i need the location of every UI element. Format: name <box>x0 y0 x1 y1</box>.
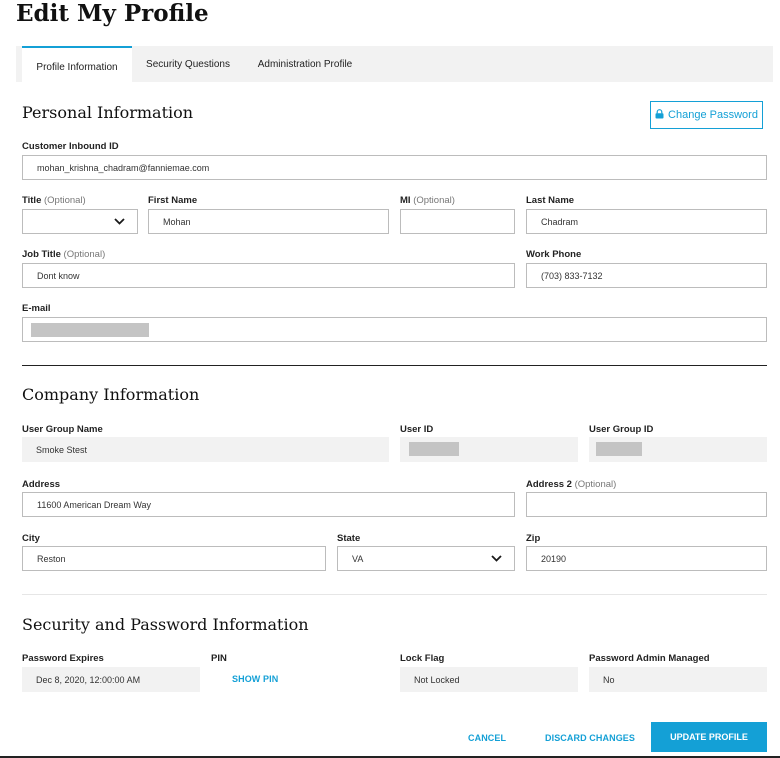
user-group-name-value: Smoke Stest <box>22 437 389 462</box>
zip-field[interactable]: 20190 <box>526 546 767 571</box>
address2-field[interactable] <box>526 492 767 517</box>
chevron-down-icon <box>488 551 504 567</box>
pin-label: PIN <box>211 653 227 664</box>
password-expires-label: Password Expires <box>22 653 104 664</box>
email-field[interactable] <box>22 317 767 342</box>
last-name-field[interactable]: Chadram <box>526 209 767 234</box>
mi-field[interactable] <box>400 209 515 234</box>
work-phone-field[interactable]: (703) 833-7132 <box>526 263 767 288</box>
work-phone-label: Work Phone <box>526 249 582 260</box>
change-password-label: Change Password <box>668 109 758 121</box>
user-group-id-label: User Group ID <box>589 424 654 435</box>
lock-flag-value: Not Locked <box>400 667 578 692</box>
company-info-heading: Company Information <box>22 385 200 404</box>
tab-security-questions[interactable]: Security Questions <box>136 46 240 82</box>
chevron-down-icon <box>111 214 127 230</box>
city-field[interactable]: Reston <box>22 546 326 571</box>
state-select[interactable]: VA <box>337 546 515 571</box>
lock-icon <box>655 108 664 122</box>
security-info-heading: Security and Password Information <box>22 615 309 634</box>
update-profile-button[interactable]: UPDATE PROFILE <box>651 722 767 752</box>
password-expires-value: Dec 8, 2020, 12:00:00 AM <box>22 667 200 692</box>
mi-label: MI (Optional) <box>400 195 455 206</box>
page-title: Edit My Profile <box>16 0 209 27</box>
tab-administration-profile[interactable]: Administration Profile <box>248 46 362 82</box>
user-group-id-value <box>589 437 767 462</box>
title-select[interactable] <box>22 209 138 234</box>
section-divider-light <box>22 594 767 595</box>
zip-label: Zip <box>526 533 541 544</box>
address-field[interactable]: 11600 American Dream Way <box>22 492 515 517</box>
discard-changes-button[interactable]: DISCARD CHANGES <box>545 733 635 743</box>
address-label: Address <box>22 479 61 490</box>
city-label: City <box>22 533 40 544</box>
last-name-label: Last Name <box>526 195 575 206</box>
cancel-button[interactable]: CANCEL <box>468 733 506 743</box>
lock-flag-label: Lock Flag <box>400 653 445 664</box>
tab-bar: Profile Information Security Questions A… <box>16 46 773 83</box>
first-name-field[interactable]: Mohan <box>148 209 389 234</box>
personal-info-heading: Personal Information <box>22 103 194 122</box>
job-title-field[interactable]: Dont know <box>22 263 515 288</box>
inbound-id-label: Customer Inbound ID <box>22 141 119 152</box>
user-id-label: User ID <box>400 424 434 435</box>
email-label: E-mail <box>22 303 51 314</box>
user-group-name-label: User Group Name <box>22 424 103 435</box>
admin-managed-label: Password Admin Managed <box>589 653 710 664</box>
job-title-label: Job Title (Optional) <box>22 249 106 260</box>
state-select-value: VA <box>352 553 364 564</box>
address2-label: Address 2 (Optional) <box>526 479 617 490</box>
first-name-label: First Name <box>148 195 198 206</box>
section-divider <box>22 365 767 366</box>
state-label: State <box>337 533 361 544</box>
show-pin-link[interactable]: SHOW PIN <box>232 674 278 684</box>
user-group-id-redaction <box>596 442 642 456</box>
admin-managed-value: No <box>589 667 767 692</box>
tab-profile-information[interactable]: Profile Information <box>22 46 132 83</box>
user-id-redaction <box>409 442 459 456</box>
email-redaction <box>31 323 149 337</box>
change-password-button[interactable]: Change Password <box>650 101 763 129</box>
inbound-id-field[interactable]: mohan_krishna_chadram@fanniemae.com <box>22 155 767 180</box>
user-id-value <box>400 437 578 462</box>
title-label: Title (Optional) <box>22 195 86 206</box>
